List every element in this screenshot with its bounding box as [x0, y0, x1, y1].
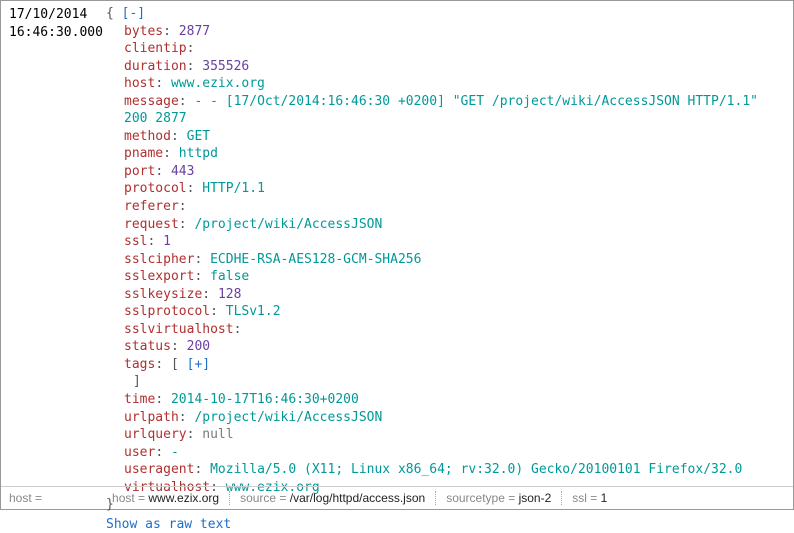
field-key-sslvirtualhost[interactable]: sslvirtualhost	[124, 322, 234, 337]
field-val-status[interactable]: 200	[187, 339, 210, 354]
field-key-message[interactable]: message	[124, 94, 179, 109]
field-key-method[interactable]: method	[124, 129, 171, 144]
field-val-ssl[interactable]: 1	[163, 234, 171, 249]
event-date: 17/10/2014	[9, 6, 104, 24]
field-key-sslkeysize[interactable]: sslkeysize	[124, 287, 202, 302]
field-key-useragent[interactable]: useragent	[124, 462, 194, 477]
field-key-host[interactable]: host	[124, 76, 155, 91]
brace-open: {	[106, 6, 122, 21]
field-key-sslexport[interactable]: sslexport	[124, 269, 194, 284]
separator-icon	[561, 491, 562, 505]
event-footer: host = host = www.ezix.org source = /var…	[1, 486, 793, 509]
field-val-host[interactable]: www.ezix.org	[171, 76, 265, 91]
footer-ssl[interactable]: ssl = 1	[572, 491, 607, 505]
field-key-ssl[interactable]: ssl	[124, 234, 147, 249]
field-key-clientip[interactable]: clientip	[124, 41, 187, 56]
field-key-sslprotocol[interactable]: sslprotocol	[124, 304, 210, 319]
field-val-duration[interactable]: 355526	[202, 59, 249, 74]
field-val-urlquery[interactable]: null	[202, 427, 233, 442]
tags-close-bracket: ]	[133, 374, 141, 389]
field-key-user[interactable]: user	[124, 445, 155, 460]
field-key-tags[interactable]: tags	[124, 357, 155, 372]
field-key-protocol[interactable]: protocol	[124, 181, 187, 196]
field-key-sslcipher[interactable]: sslcipher	[124, 252, 194, 267]
field-key-status[interactable]: status	[124, 339, 171, 354]
footer-host[interactable]: host = www.ezix.org	[112, 491, 219, 505]
event-time: 16:46:30.000	[9, 24, 104, 42]
field-val-method[interactable]: GET	[187, 129, 210, 144]
field-val-sslexport[interactable]: false	[210, 269, 249, 284]
footer-sourcetype[interactable]: sourcetype = json-2	[446, 491, 551, 505]
footer-source[interactable]: source = /var/log/httpd/access.json	[240, 491, 425, 505]
separator-icon	[435, 491, 436, 505]
field-val-user[interactable]: -	[171, 445, 179, 460]
field-key-request[interactable]: request	[124, 217, 179, 232]
show-raw-text-link[interactable]: Show as raw text	[106, 514, 231, 533]
field-key-pname[interactable]: pname	[124, 146, 163, 161]
field-val-sslprotocol[interactable]: TLSv1.2	[226, 304, 281, 319]
collapse-toggle[interactable]: [-]	[122, 6, 145, 21]
field-val-pname[interactable]: httpd	[179, 146, 218, 161]
field-val-urlpath[interactable]: /project/wiki/AccessJSON	[194, 410, 382, 425]
field-key-time[interactable]: time	[124, 392, 155, 407]
footer-host-empty[interactable]: host =	[9, 491, 42, 505]
field-val-sslkeysize[interactable]: 128	[218, 287, 241, 302]
event-json: { [-] bytes: 2877 clientip: duration: 35…	[104, 5, 785, 533]
field-key-urlquery[interactable]: urlquery	[124, 427, 187, 442]
field-key-referer[interactable]: referer	[124, 199, 179, 214]
field-key-port[interactable]: port	[124, 164, 155, 179]
event-timestamp: 17/10/2014 16:46:30.000	[9, 5, 104, 533]
field-val-sslcipher[interactable]: ECDHE-RSA-AES128-GCM-SHA256	[210, 252, 421, 267]
field-key-urlpath[interactable]: urlpath	[124, 410, 179, 425]
tags-expand-toggle[interactable]: [+]	[187, 357, 210, 372]
separator-icon	[229, 491, 230, 505]
field-val-bytes[interactable]: 2877	[179, 24, 210, 39]
field-val-message[interactable]: - - [17/Oct/2014:16:46:30 +0200] "GET /p…	[124, 94, 758, 127]
field-val-port[interactable]: 443	[171, 164, 194, 179]
field-val-useragent[interactable]: Mozilla/5.0 (X11; Linux x86_64; rv:32.0)…	[210, 462, 742, 477]
field-key-duration[interactable]: duration	[124, 59, 187, 74]
field-val-request[interactable]: /project/wiki/AccessJSON	[194, 217, 382, 232]
field-val-protocol[interactable]: HTTP/1.1	[202, 181, 265, 196]
field-val-time[interactable]: 2014-10-17T16:46:30+0200	[171, 392, 359, 407]
field-key-bytes[interactable]: bytes	[124, 24, 163, 39]
